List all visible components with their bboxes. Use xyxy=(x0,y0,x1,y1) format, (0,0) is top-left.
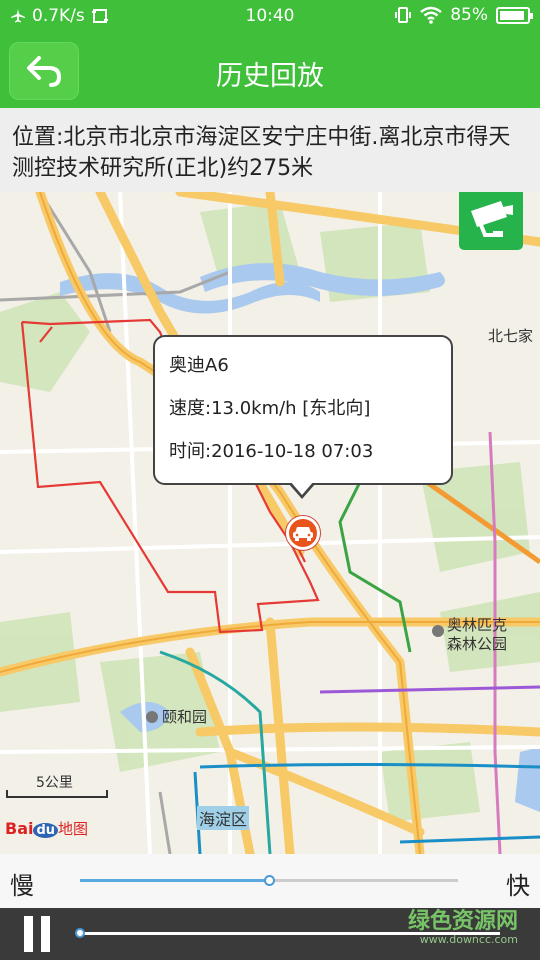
pause-button[interactable] xyxy=(22,916,52,952)
label-olympic-park: 奥林匹克 森林公园 xyxy=(432,616,507,654)
label-summer-palace: 颐和园 xyxy=(146,706,207,727)
poi-icon xyxy=(432,625,444,637)
scale-bar xyxy=(6,790,108,798)
map-background xyxy=(0,192,540,854)
map-view[interactable]: 北七家 奥林匹克 森林公园 颐和园 海淀区 奥迪A6 速度:13.0km/h [… xyxy=(0,192,540,854)
battery-percent: 85% xyxy=(450,5,488,25)
location-info: 位置:北京市北京市海淀区安宁庄中街.离北京市得天测控技术研究所(正北)约275米 xyxy=(0,108,540,192)
wifi-icon xyxy=(420,6,442,24)
playback-controls: 绿色资源网 www.downcc.com xyxy=(0,908,540,960)
car-marker-icon[interactable] xyxy=(286,516,320,550)
popup-pointer xyxy=(288,481,316,499)
label-haidian: 海淀区 xyxy=(197,806,250,830)
pause-icon xyxy=(41,916,50,952)
vehicle-time: 时间:2016-10-18 07:03 xyxy=(169,441,374,462)
vehicle-speed: 速度:13.0km/h [东北向] xyxy=(169,398,371,419)
car-icon xyxy=(293,527,313,541)
watermark: 绿色资源网 www.downcc.com xyxy=(407,909,518,946)
playback-progress-thumb[interactable] xyxy=(75,928,85,938)
video-camera-icon xyxy=(471,201,513,237)
slow-label: 慢 xyxy=(10,872,34,900)
speed-slider-fill xyxy=(80,879,269,882)
poi-icon xyxy=(146,710,158,723)
baidu-map-logo: Bai du 地图 xyxy=(5,819,89,838)
camera-button[interactable] xyxy=(459,192,523,250)
scale-label: 5公里 xyxy=(36,775,73,791)
speed-slider[interactable] xyxy=(80,875,458,886)
status-bar: 0.7K/s 10:40 85% xyxy=(0,0,540,34)
vehicle-name: 奥迪A6 xyxy=(169,355,229,376)
speed-slider-thumb[interactable] xyxy=(264,875,275,886)
speed-control: 慢 快 xyxy=(0,854,540,908)
vibrate-icon xyxy=(395,7,412,23)
status-right: 85% xyxy=(394,5,533,25)
map-scale: 5公里 xyxy=(6,772,108,798)
battery-icon xyxy=(496,6,533,24)
page-title: 历史回放 xyxy=(216,61,324,92)
pause-icon xyxy=(24,916,33,952)
fast-label: 快 xyxy=(506,872,530,900)
title-bar: 历史回放 xyxy=(0,34,540,108)
label-beiqijia: 北七家 xyxy=(488,327,534,345)
vehicle-info-popup[interactable]: 奥迪A6 速度:13.0km/h [东北向] 时间:2016-10-18 07:… xyxy=(153,335,453,485)
